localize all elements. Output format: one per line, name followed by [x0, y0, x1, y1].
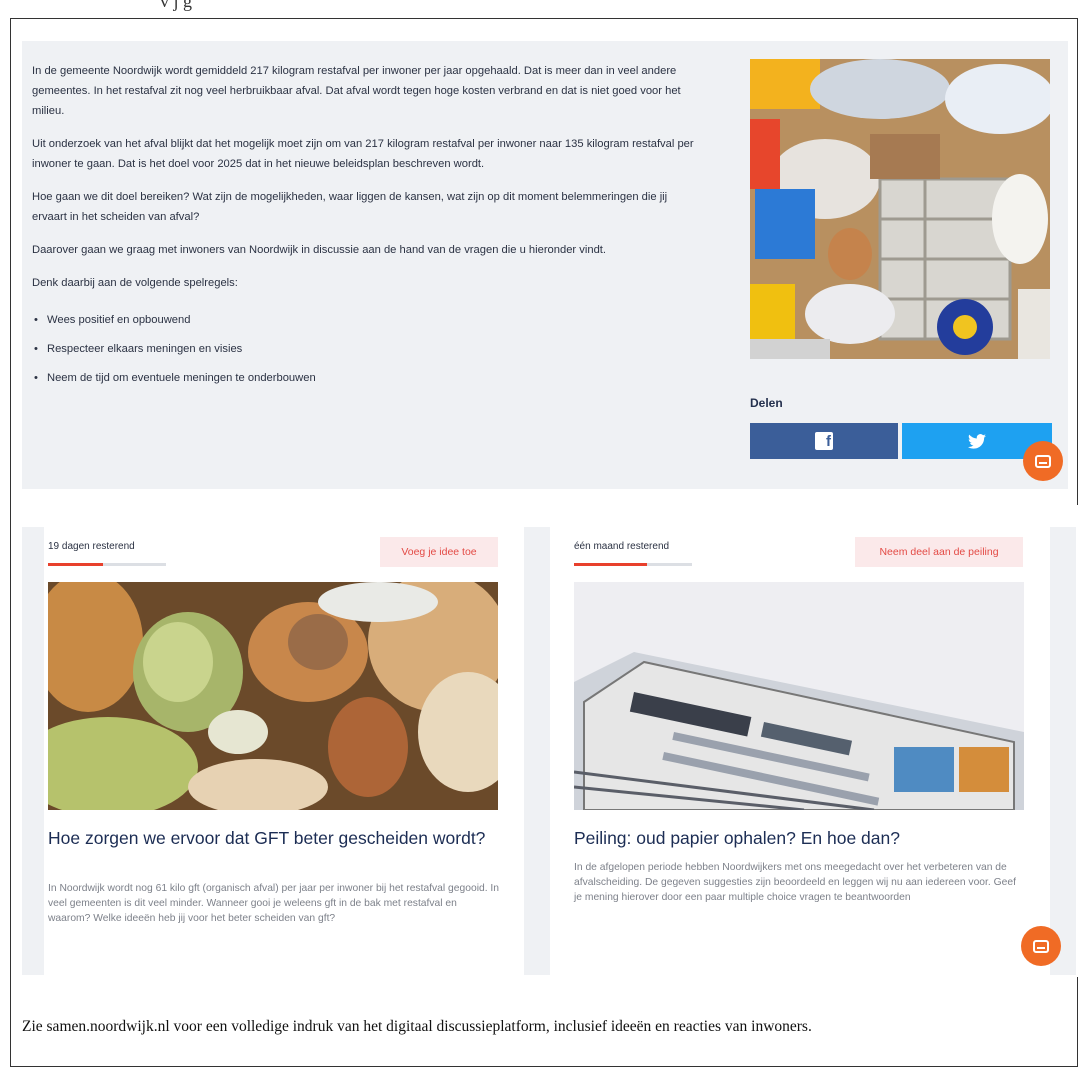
chat-button[interactable] — [1023, 441, 1063, 481]
chat-icon — [1035, 454, 1051, 468]
footer-note: Zie samen.noordwijk.nl voor een volledig… — [22, 1018, 812, 1035]
newspapers-photo — [574, 582, 1024, 810]
chat-button[interactable] — [1021, 926, 1061, 966]
share-label: Delen — [750, 396, 783, 410]
join-poll-button[interactable]: Neem deel aan de peiling — [855, 537, 1023, 567]
add-idea-button[interactable]: Voeg je idee toe — [380, 537, 498, 567]
progress-bar — [574, 563, 692, 566]
intro-text: In de gemeente Noordwijk wordt gemiddeld… — [32, 61, 697, 397]
clipped-heading: v j g — [10, 0, 1078, 18]
facebook-icon: f — [815, 432, 833, 450]
progress-fill — [574, 563, 648, 566]
rule-item: Wees positief en opbouwend — [32, 310, 697, 330]
progress-bar — [48, 563, 166, 566]
vegetable-waste-photo — [48, 582, 498, 810]
card-gutter — [1050, 527, 1076, 975]
chat-icon — [1033, 939, 1049, 953]
card-description: In Noordwijk wordt nog 61 kilo gft (orga… — [48, 883, 500, 924]
clipped-heading-text: v j g — [160, 0, 193, 11]
rules-list: Wees positief en opbouwend Respecteer el… — [32, 310, 697, 388]
rule-item: Neem de tijd om eventuele meningen te on… — [32, 368, 697, 388]
rule-item: Respecteer elkaars meningen en visies — [32, 339, 697, 359]
cards-section: 19 dagen resterend Voeg je idee toe Hoe … — [22, 505, 1078, 977]
card-description: In de afgelopen periode hebben Noordwijk… — [574, 862, 1016, 903]
intro-paragraph: Hoe gaan we dit doel bereiken? Wat zijn … — [32, 191, 668, 223]
twitter-icon — [968, 433, 986, 449]
days-remaining: 19 dagen resterend — [48, 541, 135, 552]
card-gutter — [524, 527, 550, 975]
facebook-share-button[interactable]: f — [750, 423, 898, 459]
card-title[interactable]: Hoe zorgen we ervoor dat GFT beter gesch… — [48, 827, 500, 849]
intro-paragraph: Uit onderzoek van het afval blijkt dat h… — [32, 138, 694, 170]
card-gft[interactable]: 19 dagen resterend Voeg je idee toe Hoe … — [44, 527, 520, 977]
days-remaining: één maand resterend — [574, 541, 670, 552]
plastic-waste-photo — [750, 59, 1050, 359]
intro-section: In de gemeente Noordwijk wordt gemiddeld… — [22, 41, 1068, 489]
progress-fill — [48, 563, 104, 566]
card-paper[interactable]: één maand resterend Neem deel aan de pei… — [570, 527, 1046, 977]
intro-paragraph: In de gemeente Noordwijk wordt gemiddeld… — [32, 65, 681, 117]
intro-paragraph: Denk daarbij aan de volgende spelregels: — [32, 277, 238, 289]
card-title[interactable]: Peiling: oud papier ophalen? En hoe dan? — [574, 827, 1026, 849]
intro-paragraph: Daarover gaan we graag met inwoners van … — [32, 244, 607, 256]
